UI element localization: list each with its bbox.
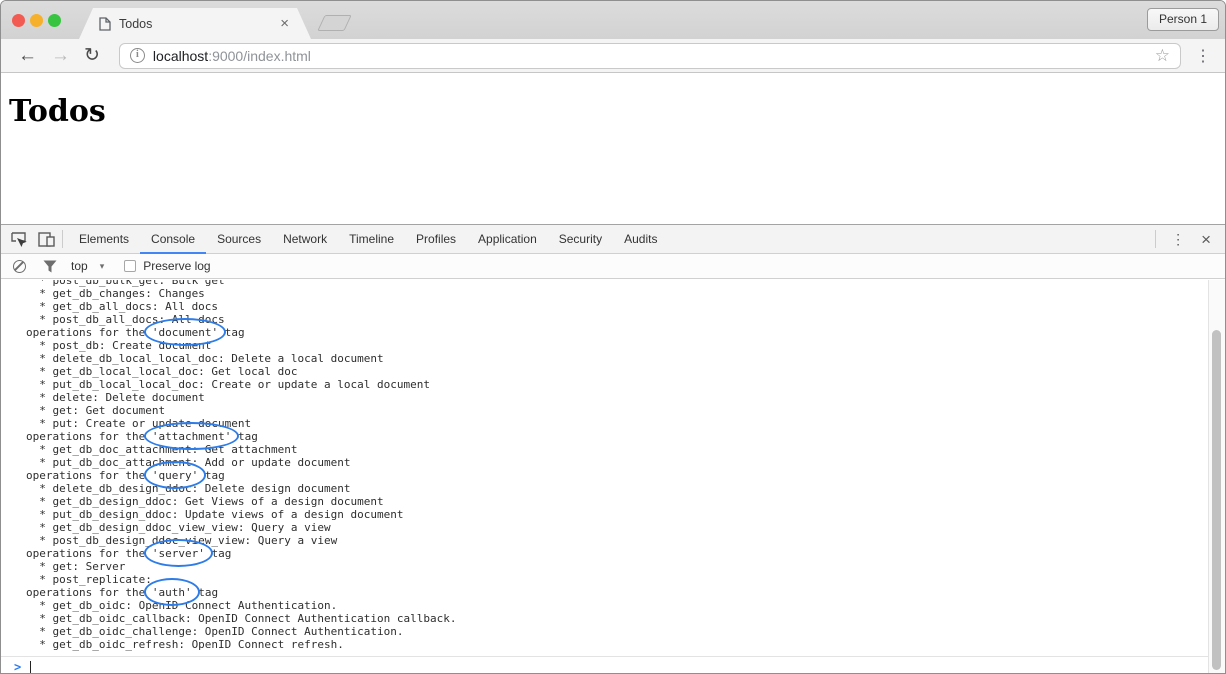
console-line: * get_db_oidc_challenge: OpenID Connect … [26,625,1208,638]
scrollbar-thumb[interactable] [1212,330,1221,670]
browser-window: Todos × Person 1 ← → ↻ i localhost:9000/… [0,0,1226,674]
devtools-tab-timeline[interactable]: Timeline [338,225,405,254]
fullscreen-window-button[interactable] [48,14,61,27]
browser-tab-todos[interactable]: Todos × [79,8,311,39]
address-bar[interactable]: i localhost:9000/index.html ☆ [119,43,1181,69]
console-line: * get_db_oidc: OpenID Connect Authentica… [26,599,1208,612]
devtools-tab-bar: ElementsConsoleSourcesNetworkTimelinePro… [1,225,1225,254]
device-toolbar-icon[interactable] [35,229,57,249]
toolbar-separator [62,230,63,248]
page-content: Todos [1,73,1225,224]
console-line: * get_db_all_docs: All docs [26,300,1208,313]
console-line: * put: Create or update document [26,417,1208,430]
console-line: * delete: Delete document [26,391,1208,404]
console-line: * post_db_all_docs: All docs [26,313,1208,326]
circle-annotation: 'server' [152,547,205,560]
console-output: * post_db_bulk_get: Bulk get * get_db_ch… [1,280,1208,656]
console-line: * delete_db_design_ddoc: Delete design d… [26,482,1208,495]
devtools-tab-elements[interactable]: Elements [68,225,140,254]
console-line: operations for the 'attachment' tag [26,430,1208,443]
console-scrollbar[interactable] [1208,280,1225,673]
circle-annotation: 'auth' [152,586,192,599]
console-line: * get_db_changes: Changes [26,287,1208,300]
close-window-button[interactable] [12,14,25,27]
prompt-chevron-icon: > [14,660,21,674]
devtools-tab-network[interactable]: Network [272,225,338,254]
console-line: * get: Server [26,560,1208,573]
console-line: * post_db_design_ddoc_view_view: Query a… [26,534,1208,547]
chevron-down-icon[interactable]: ▾ [100,261,105,272]
devtools-tab-security[interactable]: Security [548,225,613,254]
browser-toolbar: ← → ↻ i localhost:9000/index.html ☆ ⋮ [1,39,1225,73]
console-line: * put_db_local_local_doc: Create or upda… [26,378,1208,391]
minimize-window-button[interactable] [30,14,43,27]
devtools-tabs: ElementsConsoleSourcesNetworkTimelinePro… [68,225,668,253]
toolbar-separator [1155,230,1156,248]
new-tab-button[interactable] [317,15,351,31]
reload-icon[interactable]: ↻ [77,46,107,65]
browser-menu-icon[interactable]: ⋮ [1191,46,1215,66]
console-line: * get_db_oidc_callback: OpenID Connect A… [26,612,1208,625]
preserve-log-label[interactable]: Preserve log [143,259,210,273]
console-line: * get_db_oidc_refresh: OpenID Connect re… [26,638,1208,651]
console-line: * put_db_design_ddoc: Update views of a … [26,508,1208,521]
preserve-log-checkbox[interactable] [124,260,136,272]
console-line: * post_db: Create document [26,339,1208,352]
page-title: Todos [9,94,1225,129]
devtools-panel: ElementsConsoleSourcesNetworkTimelinePro… [1,224,1225,673]
console-line: * get_db_local_local_doc: Get local doc [26,365,1208,378]
console-line: * get_db_design_ddoc: Get Views of a des… [26,495,1208,508]
page-info-icon[interactable]: i [130,48,145,63]
profile-badge[interactable]: Person 1 [1147,8,1219,31]
devtools-tab-profiles[interactable]: Profiles [405,225,467,254]
clear-console-icon[interactable] [13,260,26,273]
url-host: localhost [153,48,208,64]
console-line: operations for the 'server' tag [26,547,1208,560]
devtools-tab-audits[interactable]: Audits [613,225,668,254]
circle-annotation: 'attachment' [152,430,231,443]
console-line: * delete_db_local_local_doc: Delete a lo… [26,352,1208,365]
circle-annotation: 'document' [152,326,218,339]
devtools-tab-application[interactable]: Application [467,225,548,254]
console-line: * post_replicate: [26,573,1208,586]
console-line: * get_db_design_ddoc_view_view: Query a … [26,521,1208,534]
console-line: * post_db_bulk_get: Bulk get [26,280,1208,287]
console-prompt[interactable]: > [1,656,1208,674]
tab-strip: Todos × Person 1 [1,1,1225,39]
console-line: * get: Get document [26,404,1208,417]
back-icon[interactable]: ← [11,46,44,65]
execution-context-selector[interactable]: top [71,259,88,273]
url-path: :9000/index.html [208,48,311,64]
circle-annotation: 'query' [152,469,198,482]
tab-title: Todos [119,17,278,31]
devtools-menu-icon[interactable]: ⋮ [1161,231,1195,248]
devtools-tab-sources[interactable]: Sources [206,225,272,254]
bookmark-star-icon[interactable]: ☆ [1155,46,1170,66]
console-line: operations for the 'document' tag [26,326,1208,339]
devtools-tabbar-right: ⋮ × [1150,230,1225,248]
filter-icon[interactable] [43,260,57,273]
console-line: * put_db_doc_attachment: Add or update d… [26,456,1208,469]
console-toolbar: top ▾ Preserve log [1,254,1225,279]
console-line: operations for the 'auth' tag [26,586,1208,599]
console-line: * get_db_doc_attachment: Get attachment [26,443,1208,456]
tab-close-icon[interactable]: × [278,16,291,31]
page-favicon-icon [99,17,111,31]
url-text: localhost:9000/index.html [153,48,1147,64]
inspect-element-icon[interactable] [7,229,29,249]
console-line: operations for the 'query' tag [26,469,1208,482]
forward-icon[interactable]: → [44,46,77,65]
devtools-close-icon[interactable]: × [1195,231,1217,248]
devtools-tab-console[interactable]: Console [140,225,206,254]
text-cursor [30,661,31,674]
